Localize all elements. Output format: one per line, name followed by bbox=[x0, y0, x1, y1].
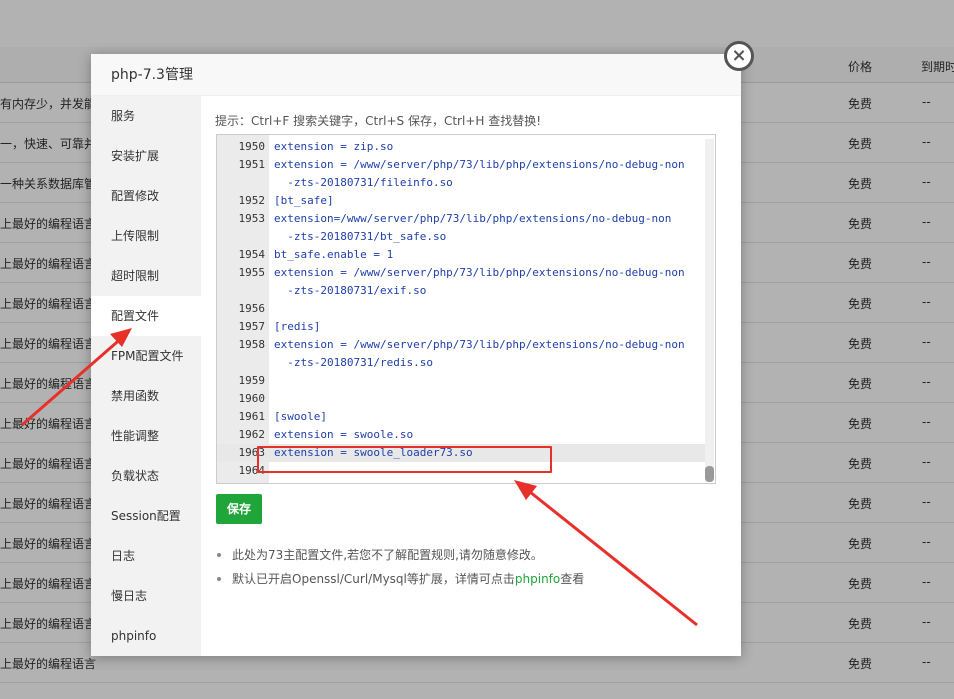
annotation-arrows bbox=[21, 328, 698, 627]
annotation-arrow-right bbox=[524, 486, 698, 627]
annotation-arrow-right-head bbox=[514, 480, 537, 500]
annotation-arrow-left bbox=[21, 334, 125, 427]
